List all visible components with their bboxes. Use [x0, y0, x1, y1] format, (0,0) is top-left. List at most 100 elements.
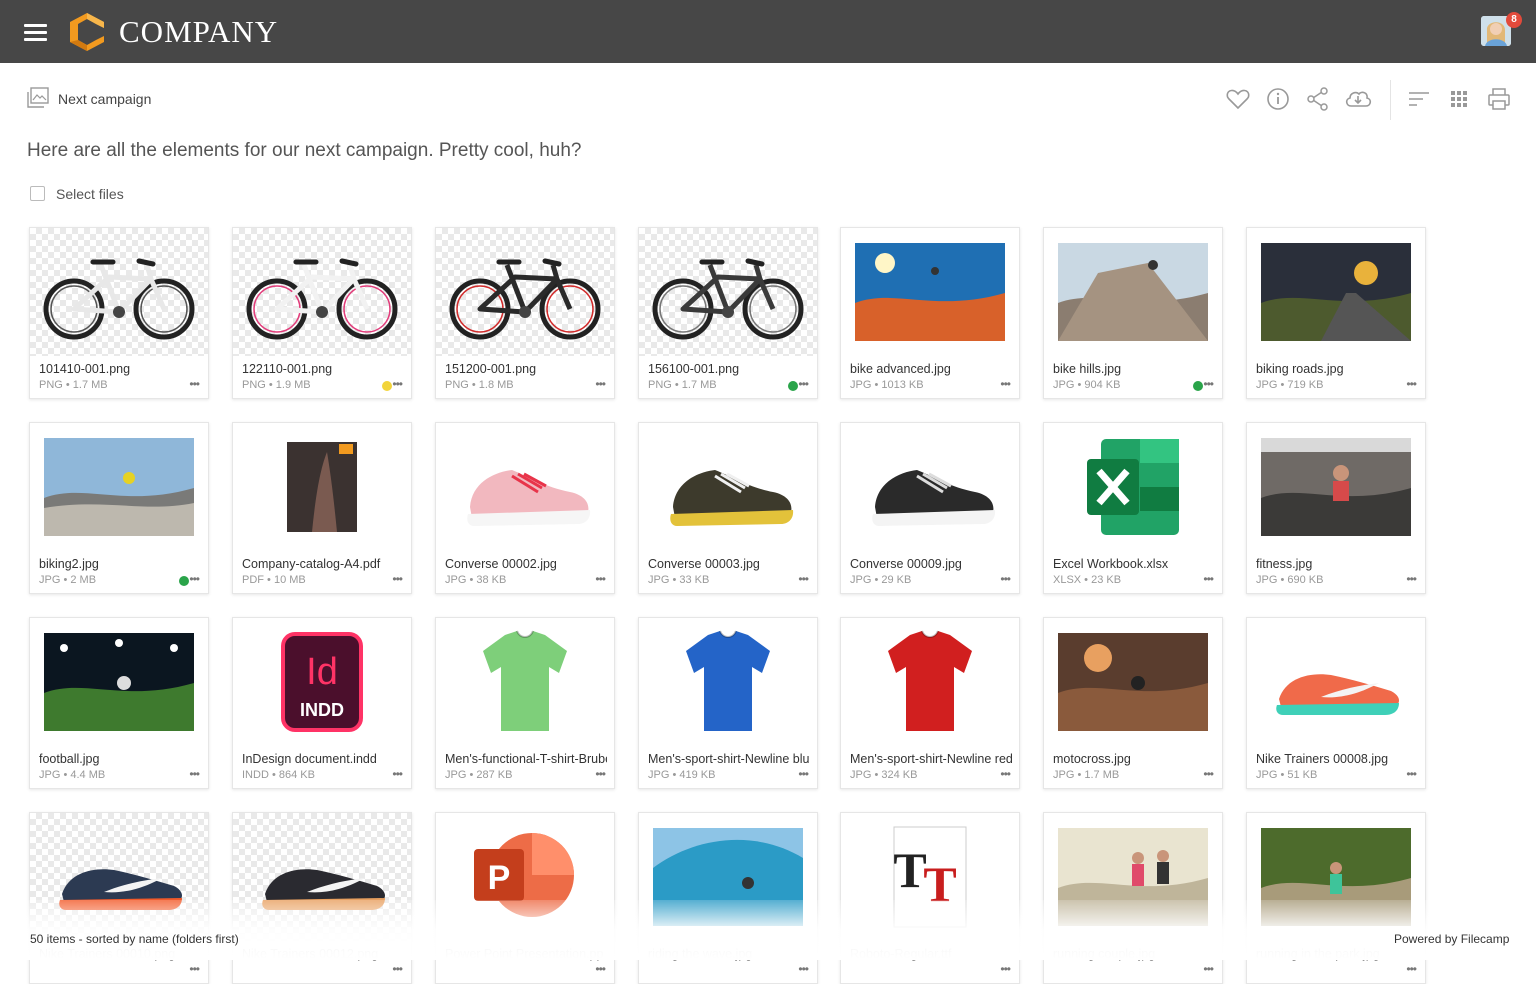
breadcrumb-title[interactable]: Next campaign: [58, 91, 151, 107]
file-card[interactable]: Company-catalog-A4.pdf PDF • 10 MB •••: [232, 422, 412, 594]
file-card[interactable]: biking2.jpg JPG • 2 MB •••: [29, 422, 209, 594]
file-card[interactable]: running couple.jpg •••: [1043, 812, 1223, 984]
file-card[interactable]: Converse 00009.jpg JPG • 29 KB •••: [840, 422, 1020, 594]
file-name[interactable]: bike hills.jpg: [1053, 362, 1215, 376]
file-name[interactable]: InDesign document.indd: [242, 752, 404, 766]
file-card[interactable]: motocross.jpg JPG • 1.7 MB •••: [1043, 617, 1223, 789]
file-card[interactable]: P Power Point Presentation.pp •••: [435, 812, 615, 984]
file-thumbnail[interactable]: [1044, 618, 1222, 746]
file-card[interactable]: 156100-001.png PNG • 1.7 MB •••: [638, 227, 818, 399]
company-logo-icon[interactable]: [68, 11, 106, 53]
file-thumbnail[interactable]: [233, 423, 411, 551]
file-thumbnail[interactable]: [639, 813, 817, 941]
more-options-icon[interactable]: •••: [1000, 377, 1011, 391]
file-name[interactable]: bike advanced.jpg: [850, 362, 1012, 376]
more-options-icon[interactable]: •••: [595, 572, 606, 586]
file-name[interactable]: 101410-001.png: [39, 362, 201, 376]
file-name[interactable]: Men's-functional-T-shirt-Brube: [445, 752, 607, 766]
file-thumbnail[interactable]: [639, 618, 817, 746]
more-options-icon[interactable]: •••: [1203, 377, 1214, 391]
more-options-icon[interactable]: •••: [1203, 572, 1214, 586]
file-name[interactable]: running in the park.jpg: [1256, 947, 1418, 961]
file-name[interactable]: Excel Workbook.xlsx: [1053, 557, 1215, 571]
file-thumbnail[interactable]: [841, 228, 1019, 356]
file-name[interactable]: Nike Trainers 00008.jpg: [1256, 752, 1418, 766]
more-options-icon[interactable]: •••: [189, 377, 200, 391]
heart-icon[interactable]: [1225, 86, 1251, 112]
file-thumbnail[interactable]: [436, 618, 614, 746]
file-name[interactable]: 151200-001.png: [445, 362, 607, 376]
more-options-icon[interactable]: •••: [1000, 962, 1011, 976]
more-options-icon[interactable]: •••: [392, 767, 403, 781]
file-thumbnail[interactable]: [436, 228, 614, 356]
file-name[interactable]: 156100-001.png: [648, 362, 810, 376]
file-thumbnail[interactable]: [233, 813, 411, 941]
file-name[interactable]: Roboto-Regular.ttf: [850, 947, 1012, 961]
more-options-icon[interactable]: •••: [1203, 767, 1214, 781]
select-files-label[interactable]: Select files: [56, 186, 124, 202]
more-options-icon[interactable]: •••: [189, 767, 200, 781]
file-thumbnail[interactable]: [30, 228, 208, 356]
file-name[interactable]: Power Point Presentation.pp: [445, 947, 607, 961]
file-name[interactable]: Men's-sport-shirt-Newline blu: [648, 752, 810, 766]
file-name[interactable]: biking roads.jpg: [1256, 362, 1418, 376]
file-thumbnail[interactable]: [1044, 813, 1222, 941]
more-options-icon[interactable]: •••: [595, 377, 606, 391]
file-card[interactable]: Nike Trainers 00010.png •••: [29, 812, 209, 984]
file-card[interactable]: Nike Trainers 00008.jpg JPG • 51 KB •••: [1246, 617, 1426, 789]
file-name[interactable]: Converse 00002.jpg: [445, 557, 607, 571]
more-options-icon[interactable]: •••: [798, 962, 809, 976]
file-card[interactable]: football.jpg JPG • 4.4 MB •••: [29, 617, 209, 789]
more-options-icon[interactable]: •••: [392, 572, 403, 586]
more-options-icon[interactable]: •••: [595, 962, 606, 976]
file-thumbnail[interactable]: [30, 813, 208, 941]
file-name[interactable]: running couple.jpg: [1053, 947, 1215, 961]
file-thumbnail[interactable]: [30, 423, 208, 551]
file-thumbnail[interactable]: [1247, 228, 1425, 356]
file-card[interactable]: Converse 00002.jpg JPG • 38 KB •••: [435, 422, 615, 594]
file-name[interactable]: fitness.jpg: [1256, 557, 1418, 571]
more-options-icon[interactable]: •••: [798, 572, 809, 586]
file-thumbnail[interactable]: [30, 618, 208, 746]
file-card[interactable]: running in the park.jpg •••: [1246, 812, 1426, 984]
file-name[interactable]: Converse 00003.jpg: [648, 557, 810, 571]
file-name[interactable]: motocross.jpg: [1053, 752, 1215, 766]
file-name[interactable]: 122110-001.png: [242, 362, 404, 376]
file-thumbnail[interactable]: [639, 423, 817, 551]
file-thumbnail[interactable]: Id INDD: [233, 618, 411, 746]
file-card[interactable]: riding the wave.jpg •••: [638, 812, 818, 984]
file-name[interactable]: football.jpg: [39, 752, 201, 766]
file-card[interactable]: Id INDD InDesign document.indd INDD • 864 K…: [232, 617, 412, 789]
select-files-checkbox[interactable]: [30, 186, 45, 201]
share-icon[interactable]: [1305, 86, 1331, 112]
file-card[interactable]: fitness.jpg JPG • 690 KB •••: [1246, 422, 1426, 594]
more-options-icon[interactable]: •••: [189, 572, 200, 586]
file-name[interactable]: biking2.jpg: [39, 557, 201, 571]
info-icon[interactable]: [1265, 86, 1291, 112]
file-thumbnail[interactable]: [841, 423, 1019, 551]
file-thumbnail[interactable]: [1044, 423, 1222, 551]
file-name[interactable]: riding the wave.jpg: [648, 947, 810, 961]
file-thumbnail[interactable]: [1247, 618, 1425, 746]
cloud-download-icon[interactable]: [1343, 86, 1373, 112]
more-options-icon[interactable]: •••: [1406, 572, 1417, 586]
grid-view-icon[interactable]: [1446, 86, 1472, 112]
more-options-icon[interactable]: •••: [595, 767, 606, 781]
hamburger-icon[interactable]: [24, 24, 47, 41]
more-options-icon[interactable]: •••: [1406, 962, 1417, 976]
file-card[interactable]: Men's-sport-shirt-Newline blu JPG • 419 K…: [638, 617, 818, 789]
file-thumbnail[interactable]: [1044, 228, 1222, 356]
more-options-icon[interactable]: •••: [798, 377, 809, 391]
file-thumbnail[interactable]: P: [436, 813, 614, 941]
file-thumbnail[interactable]: [233, 228, 411, 356]
file-thumbnail[interactable]: [639, 228, 817, 356]
file-name[interactable]: Nike Trainers 00012.png: [242, 947, 404, 961]
file-card[interactable]: 151200-001.png PNG • 1.8 MB •••: [435, 227, 615, 399]
file-card[interactable]: 122110-001.png PNG • 1.9 MB •••: [232, 227, 412, 399]
file-thumbnail[interactable]: [1247, 813, 1425, 941]
file-card[interactable]: Nike Trainers 00012.png •••: [232, 812, 412, 984]
print-icon[interactable]: [1486, 86, 1512, 112]
file-card[interactable]: biking roads.jpg JPG • 719 KB •••: [1246, 227, 1426, 399]
file-card[interactable]: Converse 00003.jpg JPG • 33 KB •••: [638, 422, 818, 594]
file-thumbnail[interactable]: TT: [841, 813, 1019, 941]
